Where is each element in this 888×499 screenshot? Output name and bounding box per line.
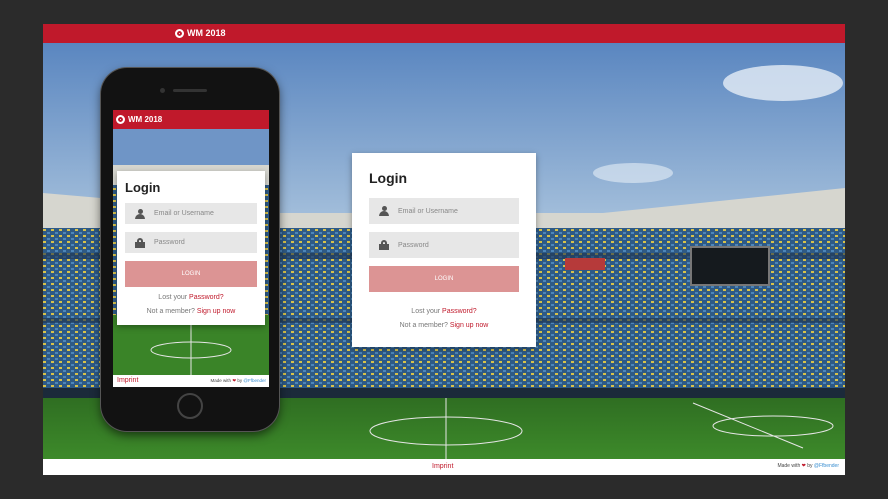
phone-screen: WM 2018 Login Email or Username Password…: [113, 110, 269, 387]
brand-logo[interactable]: WM 2018: [175, 28, 226, 38]
phone-email-placeholder: Email or Username: [154, 210, 214, 217]
user-icon: [379, 206, 389, 216]
phone-made-with-credit: Made with ❤ by @Ffbender: [210, 378, 266, 383]
phone-top-nav-bar: WM 2018: [113, 110, 269, 129]
lost-password-link[interactable]: Password?: [442, 308, 477, 315]
email-placeholder: Email or Username: [398, 207, 458, 215]
heart-icon: ❤: [801, 463, 806, 469]
email-field[interactable]: Email or Username: [369, 198, 519, 224]
soccer-ball-icon: [116, 115, 125, 124]
phone-lost-password-line: Lost your Password?: [158, 294, 224, 301]
phone-footer: Imprint Made with ❤ by @Ffbender: [113, 375, 269, 387]
lock-icon: [379, 240, 389, 250]
password-placeholder: Password: [398, 241, 429, 249]
lock-icon: [135, 237, 145, 248]
phone-password-placeholder: Password: [154, 239, 185, 246]
phone-camera: [160, 88, 165, 93]
author-link[interactable]: @Ffbender: [814, 463, 839, 469]
password-field[interactable]: Password: [369, 232, 519, 258]
phone-login-title: Login: [125, 180, 161, 195]
lost-password-line: Lost your Password?: [411, 308, 477, 315]
phone-email-field[interactable]: Email or Username: [125, 203, 257, 224]
imprint-link[interactable]: Imprint: [432, 463, 453, 470]
phone-signup-link[interactable]: Sign up now: [197, 308, 236, 315]
phone-password-field[interactable]: Password: [125, 232, 257, 253]
login-title: Login: [369, 170, 408, 186]
made-with-credit: Made with ❤ by @Ffbender: [777, 463, 839, 469]
brand-name: WM 2018: [187, 28, 226, 38]
user-icon: [135, 208, 145, 219]
phone-home-button: [177, 393, 203, 419]
soccer-ball-icon: [175, 28, 184, 38]
login-card: Login Email or Username Password LOGIN L…: [352, 153, 536, 347]
phone-signup-line: Not a member? Sign up now: [146, 308, 236, 315]
page-footer: Imprint Made with ❤ by @Ffbender: [43, 459, 845, 475]
login-button[interactable]: LOGIN: [369, 266, 519, 292]
heart-icon: ❤: [232, 378, 237, 383]
signup-line: Not a member? Sign up now: [399, 322, 489, 329]
phone-imprint-link[interactable]: Imprint: [117, 377, 138, 384]
phone-speaker: [173, 89, 207, 92]
signup-link[interactable]: Sign up now: [450, 322, 489, 329]
phone-brand-name: WM 2018: [128, 115, 163, 124]
phone-login-button[interactable]: LOGIN: [125, 261, 257, 287]
phone-brand-logo[interactable]: WM 2018: [116, 115, 162, 124]
top-nav-bar: WM 2018: [43, 24, 845, 43]
phone-login-card: Login Email or Username Password LOGIN L…: [117, 171, 265, 325]
phone-author-link[interactable]: @Ffbender: [243, 378, 266, 383]
phone-lost-password-link[interactable]: Password?: [189, 294, 224, 301]
